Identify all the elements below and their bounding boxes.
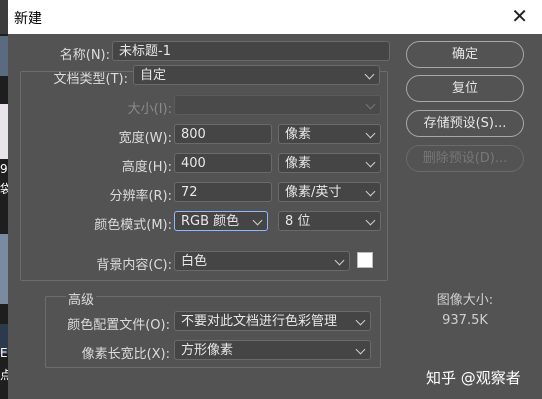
height-unit-select[interactable]: 像素 [278, 153, 381, 173]
dialog-title: 新建 [14, 11, 42, 27]
size-label: 大小(I): [127, 102, 172, 117]
color-mode-label: 颜色模式(M): [94, 218, 172, 233]
save-preset-button[interactable]: 存储预设(S)... [406, 110, 524, 137]
watermark-text: 知乎 @观察者 [426, 369, 521, 387]
width-input[interactable]: 800 [174, 124, 272, 144]
name-label: 名称(N): [59, 48, 110, 63]
resolution-input[interactable]: 72 [174, 182, 272, 202]
doc-type-select[interactable]: 自定 [133, 65, 380, 85]
chevron-down-icon [355, 315, 366, 326]
background-color-swatch[interactable] [357, 252, 373, 268]
color-profile-select[interactable]: 不要对此文档进行色彩管理 [174, 311, 371, 331]
chevron-down-icon [365, 99, 376, 110]
background-thumbnail [0, 234, 8, 304]
name-input[interactable]: 未标题-1 [112, 41, 390, 61]
chevron-down-icon [365, 186, 376, 197]
image-size-label: 图像大小: [436, 293, 494, 308]
background-text: 点 [0, 368, 8, 382]
pixel-aspect-value: 方形像素 [181, 343, 234, 358]
pixel-aspect-label: 像素长宽比(X): [81, 347, 170, 362]
height-unit-value: 像素 [285, 156, 312, 171]
background-text: 9 [0, 162, 8, 176]
chevron-down-icon [355, 344, 366, 355]
background-value: 白色 [181, 254, 208, 269]
image-size-value: 937.5K [442, 313, 488, 328]
resolution-unit-value: 像素/英寸 [285, 185, 342, 200]
chevron-down-icon [365, 215, 376, 226]
chevron-down-icon [252, 215, 263, 226]
color-profile-label: 颜色配置文件(O): [67, 318, 170, 333]
delete-preset-button[interactable]: 删除预设(D)... [406, 145, 524, 172]
background-text: E [0, 346, 8, 360]
height-label: 高度(H): [121, 160, 172, 175]
doc-type-value: 自定 [140, 68, 167, 83]
chevron-down-icon [365, 128, 376, 139]
color-mode-select[interactable]: RGB 颜色 [174, 211, 268, 231]
width-unit-value: 像素 [285, 127, 312, 142]
title-bar: 新建 ✕ [8, 0, 542, 34]
background-text: 袋 [0, 182, 8, 196]
resolution-unit-select[interactable]: 像素/英寸 [278, 182, 381, 202]
close-icon[interactable]: ✕ [511, 4, 528, 28]
resolution-label: 分辨率(R): [109, 189, 172, 204]
reset-button[interactable]: 复位 [406, 75, 524, 102]
width-label: 宽度(W): [118, 131, 172, 146]
height-input[interactable]: 400 [174, 153, 272, 173]
color-profile-value: 不要对此文档进行色彩管理 [181, 314, 338, 329]
bit-depth-select[interactable]: 8 位 [278, 211, 381, 231]
doc-type-label: 文档类型(T): [53, 72, 128, 87]
advanced-title: 高级 [66, 289, 97, 308]
background-thumbnail [0, 36, 8, 76]
color-mode-value: RGB 颜色 [181, 214, 240, 229]
ok-button[interactable]: 确定 [406, 41, 524, 68]
pixel-aspect-select[interactable]: 方形像素 [174, 340, 371, 360]
chevron-down-icon [334, 255, 345, 266]
size-select[interactable] [174, 95, 381, 115]
width-unit-select[interactable]: 像素 [278, 124, 381, 144]
bit-depth-value: 8 位 [285, 214, 311, 229]
chevron-down-icon [365, 157, 376, 168]
background-thumbnail [0, 104, 8, 159]
background-label: 背景内容(C): [96, 258, 172, 273]
background-select[interactable]: 白色 [174, 251, 350, 271]
background-document-strip: 9 袋 E 点 [0, 34, 8, 399]
new-document-dialog: 新建 ✕ 名称(N): 未标题-1 文档类型(T): 自定 大小(I): 宽度(… [8, 0, 542, 399]
chevron-down-icon [364, 69, 375, 80]
